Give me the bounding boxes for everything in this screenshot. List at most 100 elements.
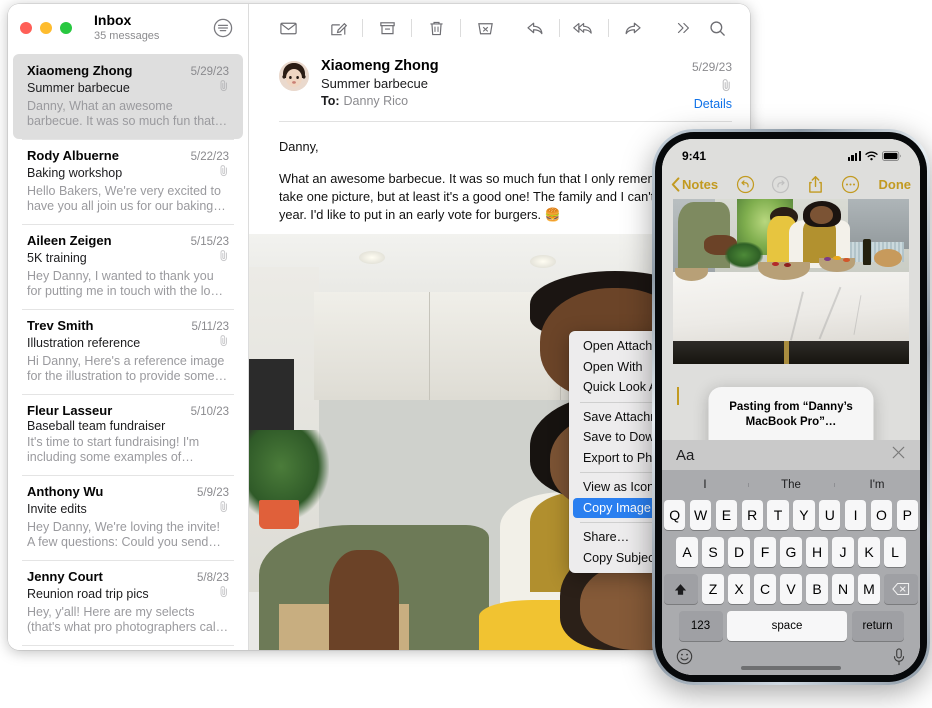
message-preview: Hey Danny, We're loving the invite! A fe… <box>27 520 220 549</box>
key-w[interactable]: W <box>689 500 712 530</box>
message-subject: Illustration reference <box>27 336 141 350</box>
key-s[interactable]: S <box>702 537 724 567</box>
archive-icon[interactable] <box>370 13 404 43</box>
message-list[interactable]: Xiaomeng Zhong 5/29/23 Summer barbecue Dann… <box>8 52 248 650</box>
chevron-left-icon <box>671 176 680 192</box>
attachment-clip-icon <box>692 78 732 92</box>
format-bar: Aa <box>662 440 920 470</box>
key-o[interactable]: O <box>870 500 893 530</box>
message-list-item[interactable]: Rody Albuerne 5/22/23 Baking workshop Hello… <box>13 139 243 224</box>
key-l[interactable]: L <box>884 537 906 567</box>
message-list-item[interactable]: Jenny Court 5/8/23 Reunion road trip pics H… <box>13 560 243 645</box>
keyboard-row-1[interactable]: QWERTYUIOP <box>662 500 920 530</box>
predictive-text-bar[interactable]: I The I'm <box>662 470 920 500</box>
junk-icon[interactable] <box>468 13 502 43</box>
message-date: 5/10/23 <box>190 406 229 418</box>
key-p[interactable]: P <box>896 500 918 530</box>
emoji-icon[interactable] <box>676 648 693 670</box>
reply-all-icon[interactable] <box>567 13 601 43</box>
context-menu-item-label: Open With <box>583 359 643 374</box>
iphone-device: 9:41 Notes Done Pasting from “Danny’s Ma… <box>652 129 930 685</box>
message-date: 5/29/23 <box>691 60 732 74</box>
key-g[interactable]: G <box>780 537 802 567</box>
keyboard-row-3[interactable]: ZXCVBNM <box>662 574 920 604</box>
search-icon[interactable] <box>700 13 734 43</box>
key-r[interactable]: R <box>741 500 763 530</box>
page-title: Inbox <box>94 12 132 28</box>
message-list-item[interactable]: Fleur Lasseur 5/10/23 Baseball team fundra… <box>13 394 243 475</box>
forward-icon[interactable] <box>616 13 650 43</box>
pasting-dialog-body: Pasting from “Danny’s MacBook Pro”… <box>709 387 874 440</box>
numbers-key[interactable]: 123 <box>678 611 723 641</box>
predictive-suggestion[interactable]: I <box>662 479 748 491</box>
space-key[interactable]: space <box>727 611 847 641</box>
key-y[interactable]: Y <box>793 500 815 530</box>
key-b[interactable]: B <box>806 574 828 604</box>
attachment-clip-icon <box>219 334 229 352</box>
message-list-item[interactable]: Rich Dinh5/5/23Trip to Zion National Par… <box>13 645 243 650</box>
message-list-item[interactable]: Trev Smith 5/11/23 Illustration reference H… <box>13 309 243 394</box>
key-t[interactable]: T <box>767 500 789 530</box>
keyboard-row-4[interactable]: 123 space return <box>662 611 920 641</box>
key-v[interactable]: V <box>780 574 802 604</box>
close-icon[interactable] <box>891 445 906 465</box>
phone-frame: 9:41 Notes Done Pasting from “Danny’s Ma… <box>652 129 930 685</box>
to-label: To: <box>321 94 340 108</box>
key-j[interactable]: J <box>832 537 854 567</box>
details-link[interactable]: Details <box>692 97 732 111</box>
done-button[interactable]: Done <box>879 177 912 192</box>
key-i[interactable]: I <box>844 500 867 530</box>
trash-icon[interactable] <box>419 13 453 43</box>
key-q[interactable]: Q <box>664 500 686 530</box>
message-list-item[interactable]: Anthony Wu 5/9/23 Invite edits Hey Danny, W… <box>13 475 243 560</box>
key-f[interactable]: F <box>754 537 776 567</box>
keyboard-row-2[interactable]: ASDFGHJKL <box>662 537 920 567</box>
filter-icon[interactable] <box>212 17 234 39</box>
compose-icon[interactable] <box>321 13 355 43</box>
back-to-notes-button[interactable]: Notes <box>671 177 718 192</box>
close-button[interactable] <box>20 22 32 34</box>
more-icon[interactable] <box>666 13 700 43</box>
message-date: 5/29/23 <box>190 66 229 78</box>
note-kitchen-photo[interactable] <box>673 199 909 364</box>
key-c[interactable]: C <box>754 574 776 604</box>
text-cursor <box>677 387 679 405</box>
message-list-item[interactable]: Aileen Zeigen 5/15/23 5K training Hey Danny… <box>13 224 243 309</box>
reply-icon[interactable] <box>518 13 552 43</box>
predictive-suggestion[interactable]: I'm <box>834 479 920 491</box>
undo-icon[interactable] <box>732 171 758 197</box>
message-sender: Rody Albuerne <box>27 148 119 163</box>
microphone-icon[interactable] <box>892 647 906 671</box>
status-bar: 9:41 <box>662 139 920 169</box>
onscreen-keyboard[interactable]: I The I'm QWERTYUIOP ASDFGHJKL ZXCVBNM 123 <box>662 470 920 675</box>
message-subject: 5K training <box>27 251 87 265</box>
key-k[interactable]: K <box>858 537 880 567</box>
shift-key[interactable] <box>664 574 698 604</box>
share-icon[interactable] <box>802 171 828 197</box>
key-x[interactable]: X <box>728 574 750 604</box>
back-label: Notes <box>682 176 719 192</box>
key-m[interactable]: M <box>858 574 880 604</box>
mark-unread-icon[interactable] <box>271 13 305 43</box>
home-indicator[interactable] <box>741 666 841 670</box>
key-h[interactable]: H <box>806 537 828 567</box>
key-u[interactable]: U <box>819 500 841 530</box>
minimize-button[interactable] <box>40 22 52 34</box>
key-n[interactable]: N <box>832 574 854 604</box>
zoom-button[interactable] <box>60 22 72 34</box>
key-e[interactable]: E <box>715 500 738 530</box>
mail-toolbar <box>249 4 750 52</box>
message-count: 35 messages <box>94 30 160 42</box>
inbox-titles: Inbox 35 messages <box>94 13 159 43</box>
message-sender: Aileen Zeigen <box>27 233 112 248</box>
text-format-button[interactable]: Aa <box>676 447 694 464</box>
note-content[interactable]: Pasting from “Danny’s MacBook Pro”… Canc… <box>662 199 920 440</box>
predictive-suggestion[interactable]: The <box>748 479 834 491</box>
key-d[interactable]: D <box>728 537 750 567</box>
message-list-item[interactable]: Xiaomeng Zhong 5/29/23 Summer barbecue Dann… <box>13 54 243 139</box>
key-a[interactable]: A <box>676 537 698 567</box>
key-z[interactable]: Z <box>702 574 724 604</box>
return-key[interactable]: return <box>851 611 904 641</box>
backspace-key[interactable] <box>884 574 918 604</box>
more-circle-icon[interactable] <box>837 171 863 197</box>
